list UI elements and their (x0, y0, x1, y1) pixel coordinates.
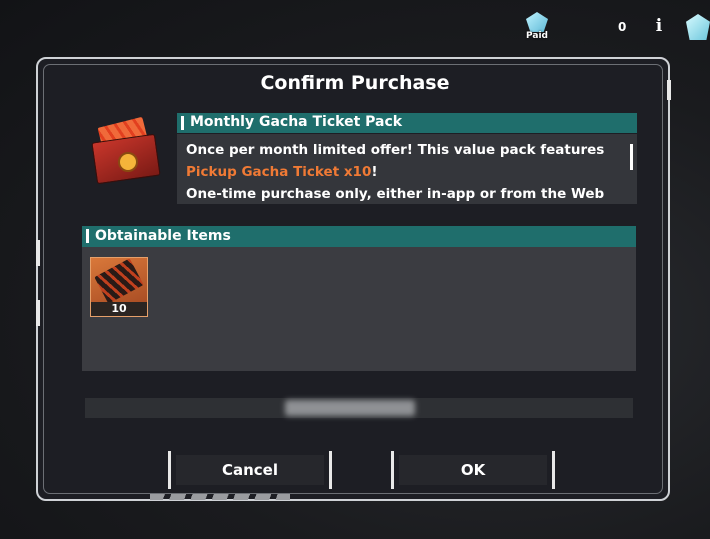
paid-gem-icon (526, 12, 548, 32)
pack-header: Monthly Gacha Ticket Pack (177, 113, 637, 133)
cancel-label: Cancel (221, 461, 278, 479)
gem-icon[interactable] (686, 14, 710, 40)
currency-count: 0 (618, 20, 627, 34)
gacha-ticket-icon (94, 258, 144, 304)
frame-decoration-dashes (150, 494, 290, 500)
obtainable-items-header: Obtainable Items (82, 226, 636, 247)
obtainable-items-title: Obtainable Items (95, 228, 231, 244)
info-icon[interactable]: i (652, 17, 666, 35)
blurred-info-bar (85, 398, 633, 418)
dialog-title: Confirm Purchase (260, 72, 450, 94)
paid-currency-badge[interactable]: Paid (521, 10, 553, 42)
frame-tick-left-2 (36, 300, 40, 326)
description-scrollbar[interactable] (630, 144, 633, 170)
pack-name: Monthly Gacha Ticket Pack (190, 114, 403, 130)
obtainable-items-panel: 10 (82, 247, 636, 371)
desc-highlight-suffix: ! (371, 164, 378, 180)
pack-description[interactable]: Once per month limited offer! This value… (177, 134, 637, 204)
paid-label: Paid (526, 31, 548, 41)
ok-button[interactable]: OK (391, 451, 555, 489)
header-accent-bar (86, 229, 89, 243)
desc-line-3: One-time purchase only, either in-app or… (186, 186, 605, 202)
item-count: 10 (91, 302, 147, 316)
item-card-gacha-ticket[interactable]: 10 (90, 257, 148, 317)
header-accent-bar (181, 116, 184, 130)
blurred-text (285, 400, 415, 416)
desc-line-1: Once per month limited offer! This value… (186, 142, 605, 158)
desc-highlight: Pickup Gacha Ticket x10 (186, 164, 372, 180)
frame-tick-left (36, 240, 40, 266)
top-bar: Paid 0 i (0, 0, 710, 46)
desc-line-2: Pickup Gacha Ticket x10! (186, 164, 378, 180)
ok-label: OK (460, 461, 486, 479)
cancel-button[interactable]: Cancel (168, 451, 332, 489)
ticket-pack-icon (90, 114, 161, 186)
